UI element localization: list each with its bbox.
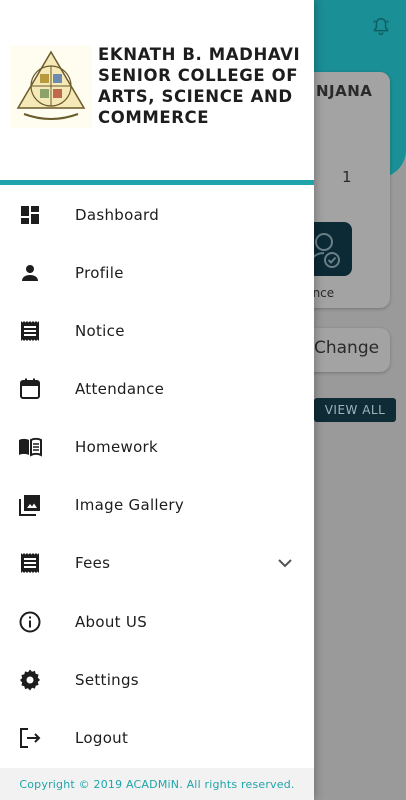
menu-label-about-us: About US: [75, 613, 148, 631]
view-all-button[interactable]: VIEW ALL: [314, 398, 396, 422]
book-icon: [19, 437, 42, 457]
menu-item-logout[interactable]: Logout: [0, 709, 314, 767]
menu-label-image-gallery: Image Gallery: [75, 496, 185, 514]
menu-item-attendance[interactable]: Attendance: [0, 360, 314, 418]
menu-item-homework[interactable]: Homework: [0, 418, 314, 476]
menu-label-settings: Settings: [75, 671, 139, 689]
receipt-icon: [21, 553, 39, 573]
navigation-drawer: EKNATH B. MADHAVI SENIOR COLLEGE OF ARTS…: [0, 0, 314, 800]
drawer-header: EKNATH B. MADHAVI SENIOR COLLEGE OF ARTS…: [0, 0, 314, 180]
menu-label-logout: Logout: [75, 729, 129, 747]
header-accent-bar: [0, 180, 314, 185]
menu-label-homework: Homework: [75, 438, 158, 456]
image-gallery-icon: [19, 495, 40, 516]
notification-bell-icon[interactable]: [370, 16, 392, 38]
menu-label-profile: Profile: [75, 264, 124, 282]
student-name-fragment: NJANA: [316, 82, 373, 100]
calendar-icon: [20, 378, 40, 399]
count-value: 1: [342, 168, 352, 186]
college-name: EKNATH B. MADHAVI SENIOR COLLEGE OF ARTS…: [98, 45, 301, 127]
menu-label-notice: Notice: [75, 322, 125, 340]
menu-item-image-gallery[interactable]: Image Gallery: [0, 476, 314, 534]
drawer-footer: Copyright © 2019 ACADMiN. All rights res…: [0, 768, 314, 800]
gear-icon: [20, 669, 40, 691]
menu-item-dashboard[interactable]: Dashboard: [0, 186, 314, 244]
menu-item-fees[interactable]: Fees: [0, 534, 314, 592]
person-icon: [22, 265, 38, 281]
menu-item-profile[interactable]: Profile: [0, 244, 314, 302]
menu-item-about-us[interactable]: About US: [0, 593, 314, 651]
menu-label-fees: Fees: [75, 554, 111, 572]
logout-icon: [20, 728, 41, 748]
menu-label-attendance: Attendance: [75, 380, 165, 398]
chevron-down-icon[interactable]: [276, 554, 294, 572]
menu-item-notice[interactable]: Notice: [0, 302, 314, 360]
college-logo: [10, 46, 92, 128]
info-icon: [19, 611, 41, 633]
copyright-text: Copyright © 2019 ACADMiN. All rights res…: [19, 777, 295, 791]
change-label: Change: [314, 338, 380, 358]
menu-item-settings[interactable]: Settings: [0, 651, 314, 709]
menu-label-dashboard: Dashboard: [75, 206, 160, 224]
dashboard-icon: [21, 206, 39, 224]
notice-icon: [21, 321, 39, 341]
